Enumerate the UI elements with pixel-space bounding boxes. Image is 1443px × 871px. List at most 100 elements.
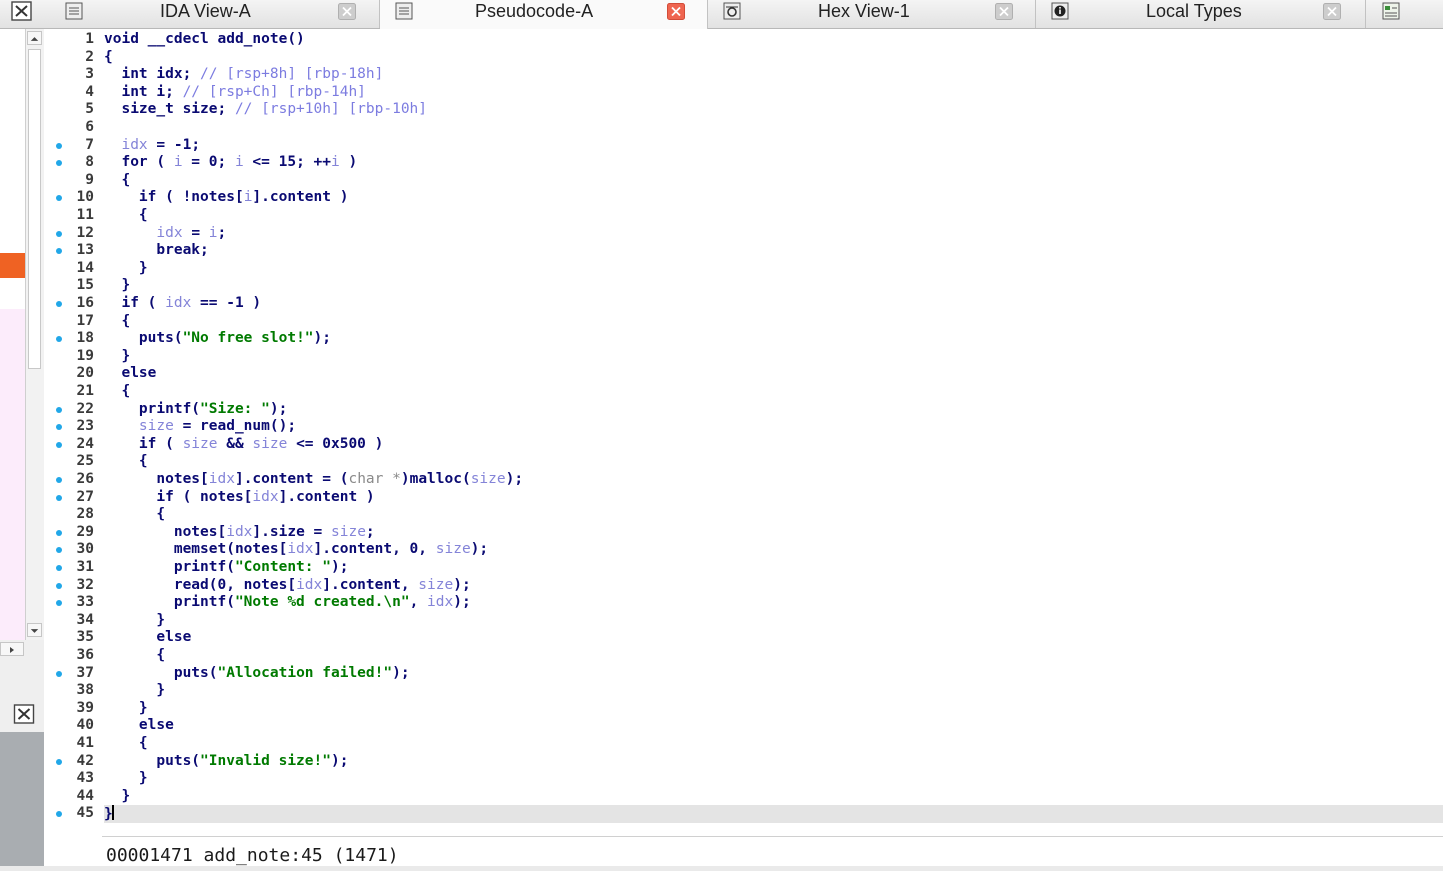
line-number-text: 28 <box>76 506 94 523</box>
code-line[interactable]: size_t size; // [rsp+10h] [rbp-10h] <box>104 101 427 119</box>
breakpoint-dot-icon[interactable] <box>56 441 62 448</box>
tab-label: IDA View-A <box>160 1 251 21</box>
breakpoint-dot-icon[interactable] <box>56 424 62 431</box>
code-line[interactable]: printf("Content: "); <box>104 559 349 577</box>
code-line[interactable]: int i; // [rsp+Ch] [rbp-14h] <box>104 84 365 102</box>
tab-hex-view-1[interactable]: Hex View-1 <box>708 0 1036 28</box>
line-number-text: 38 <box>76 682 94 699</box>
code-line[interactable]: idx = -1; <box>104 137 200 155</box>
code-line[interactable]: if ( !notes[i].content ) <box>104 189 349 207</box>
code-line[interactable]: { <box>104 313 130 331</box>
close-tab-icon[interactable] <box>995 3 1013 20</box>
breakpoint-dot-icon[interactable] <box>56 494 62 501</box>
code-line[interactable]: { <box>104 735 148 753</box>
code-line[interactable]: idx = i; <box>104 225 226 243</box>
breakpoint-dot-icon[interactable] <box>56 406 62 413</box>
breakpoint-dot-icon[interactable] <box>56 248 62 255</box>
code-line[interactable]: { <box>104 506 165 524</box>
structures-icon[interactable] <box>1381 2 1401 20</box>
code-line[interactable]: for ( i = 0; i <= 15; ++i ) <box>104 154 357 172</box>
code-line[interactable]: else <box>104 365 156 383</box>
pseudocode-view[interactable]: 1 2 3 4 5 6 7 8 9 10 11 12 13 14 15 16 17 18 19 20 21 22 23 24 2… <box>44 29 1443 871</box>
code-line[interactable]: { <box>104 207 148 225</box>
code-line[interactable]: puts("No free slot!"); <box>104 330 331 348</box>
close-tab-icon[interactable] <box>1323 3 1341 20</box>
scroll-up-button[interactable] <box>27 31 42 45</box>
tab-local-types[interactable]: Local Types <box>1036 0 1366 28</box>
close-panel-icon[interactable] <box>10 1 34 21</box>
breakpoint-dot-icon[interactable] <box>56 195 62 202</box>
code-line[interactable]: int idx; // [rsp+8h] [rbp-18h] <box>104 66 383 84</box>
close-tab-icon[interactable] <box>667 3 685 20</box>
code-line[interactable]: { <box>104 453 148 471</box>
close-tab-icon[interactable] <box>338 3 356 20</box>
code-line[interactable]: break; <box>104 242 208 260</box>
breakpoint-dot-icon[interactable] <box>56 230 62 237</box>
code-line[interactable]: else <box>104 629 191 647</box>
breakpoint-dot-icon[interactable] <box>56 547 62 554</box>
breakpoint-dot-icon[interactable] <box>56 160 62 167</box>
code-line[interactable]: { <box>104 49 113 67</box>
code-line[interactable]: } <box>104 277 130 295</box>
line-number: 23 <box>44 418 94 436</box>
current-code-line[interactable]: } <box>104 805 1443 823</box>
code-line[interactable]: if ( size && size <= 0x500 ) <box>104 436 383 454</box>
code-line[interactable]: printf("Note %d created.\n", idx); <box>104 594 471 612</box>
breakpoint-dot-icon[interactable] <box>56 142 62 149</box>
line-number-text: 33 <box>76 594 94 611</box>
cursor-location: 00001471 add_note:45 (1471) <box>106 845 399 866</box>
line-number: 18 <box>44 330 94 348</box>
tab-ida-view-a[interactable]: IDA View-A <box>50 0 380 28</box>
breakpoint-dot-icon[interactable] <box>56 811 62 818</box>
code-line[interactable]: { <box>104 172 130 190</box>
code-line[interactable]: } <box>104 682 165 700</box>
splitter-handle[interactable] <box>0 866 1443 871</box>
pseudocode-listing[interactable]: void __cdecl add_note(){ int idx; // [rs… <box>104 29 1443 829</box>
breakpoint-dot-icon[interactable] <box>56 600 62 607</box>
breakpoint-dot-icon[interactable] <box>56 758 62 765</box>
code-line[interactable]: { <box>104 383 130 401</box>
code-line[interactable]: memset(notes[idx].content, 0, size); <box>104 541 488 559</box>
line-number: 2 <box>44 49 94 67</box>
code-line[interactable]: size = read_num(); <box>104 418 296 436</box>
code-line[interactable]: printf("Size: "); <box>104 401 287 419</box>
scroll-down-button[interactable] <box>27 623 42 637</box>
vertical-scrollbar[interactable] <box>25 29 44 640</box>
code-line[interactable]: } <box>104 348 130 366</box>
line-number-text: 30 <box>76 541 94 558</box>
breakpoint-dot-icon[interactable] <box>56 301 62 307</box>
breakpoint-dot-icon[interactable] <box>56 670 62 677</box>
close-panel-icon[interactable] <box>13 704 35 724</box>
code-line[interactable]: { <box>104 647 165 665</box>
breakpoint-dot-icon[interactable] <box>56 477 62 483</box>
tab-label: Local Types <box>1146 1 1242 21</box>
tab-pseudocode-a[interactable]: Pseudocode-A <box>380 0 708 29</box>
hex-view-icon <box>723 2 741 20</box>
code-line[interactable]: puts("Invalid size!"); <box>104 753 348 771</box>
code-line[interactable]: if ( notes[idx].content ) <box>104 489 374 507</box>
line-number-gutter: 1 2 3 4 5 6 7 8 9 10 11 12 13 14 15 16 17 18 19 20 21 22 23 24 2… <box>44 29 102 871</box>
code-line[interactable]: notes[idx].content = (char *)malloc(size… <box>104 471 523 489</box>
breakpoint-dot-icon[interactable] <box>56 565 62 571</box>
code-line[interactable]: } <box>104 700 148 718</box>
line-number-text: 22 <box>76 400 94 417</box>
line-number: 33 <box>44 594 94 612</box>
code-line[interactable]: puts("Allocation failed!"); <box>104 665 410 683</box>
code-line[interactable]: void __cdecl add_note() <box>104 31 305 49</box>
breakpoint-dot-icon[interactable] <box>56 582 62 589</box>
breakpoint-dot-icon[interactable] <box>56 336 62 343</box>
scrollbar-thumb[interactable] <box>28 49 41 369</box>
scroll-right-button[interactable] <box>0 642 24 656</box>
code-line[interactable]: else <box>104 717 174 735</box>
code-line[interactable]: read(0, notes[idx].content, size); <box>104 577 471 595</box>
code-line[interactable]: if ( idx == -1 ) <box>104 295 261 313</box>
code-line[interactable]: } <box>104 788 130 806</box>
breakpoint-dot-icon[interactable] <box>56 529 62 536</box>
code-line[interactable]: notes[idx].size = size; <box>104 524 375 542</box>
code-line[interactable]: } <box>104 260 148 278</box>
graph-overview[interactable] <box>0 732 44 871</box>
code-line[interactable]: } <box>104 770 148 788</box>
line-number-text: 1 <box>85 31 94 47</box>
line-number-text: 5 <box>85 101 94 118</box>
code-line[interactable]: } <box>104 612 165 630</box>
